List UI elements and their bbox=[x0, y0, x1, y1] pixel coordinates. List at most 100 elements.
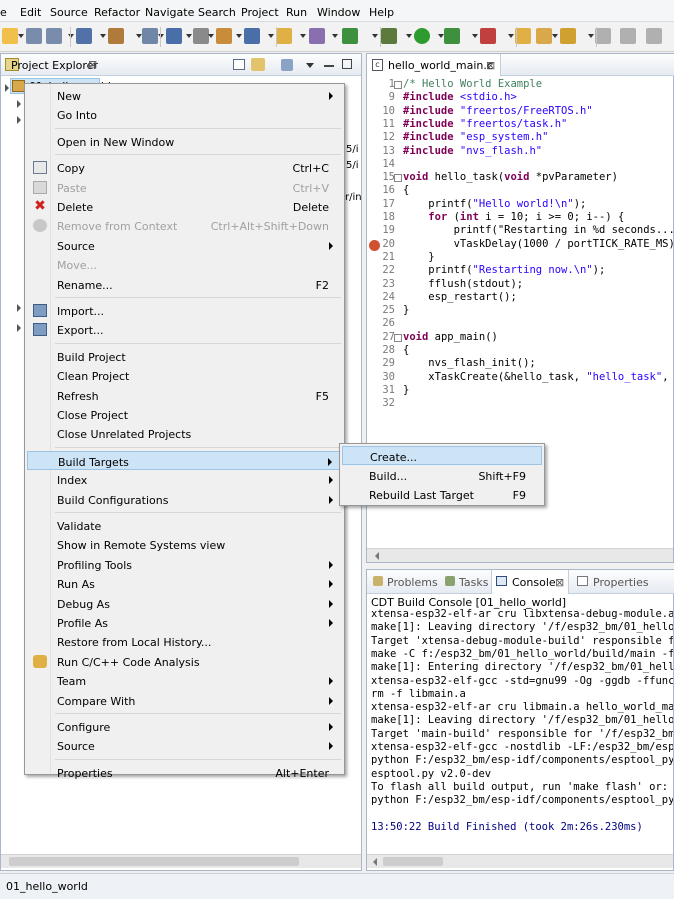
project-explorer-title[interactable]: Project Explorer bbox=[11, 59, 98, 72]
menu-item-validate[interactable]: Validate bbox=[27, 516, 343, 535]
scrollbar-thumb[interactable] bbox=[9, 857, 299, 866]
menu-item-go-into[interactable]: Go Into bbox=[27, 105, 343, 124]
tab-problems[interactable]: Problems bbox=[387, 576, 438, 589]
folder-icon[interactable] bbox=[276, 28, 292, 44]
save-all-icon[interactable] bbox=[46, 28, 62, 44]
menu-project[interactable]: Project bbox=[241, 6, 279, 19]
binary-icon[interactable] bbox=[142, 28, 158, 44]
view-menu-icon[interactable] bbox=[281, 59, 293, 71]
menu-item-compare-with[interactable]: Compare With bbox=[27, 691, 343, 710]
fold-icon[interactable] bbox=[394, 334, 402, 342]
hammer-icon[interactable] bbox=[108, 28, 124, 44]
tree-expander-icon[interactable] bbox=[5, 84, 9, 92]
chevron-left-icon[interactable] bbox=[373, 858, 377, 866]
open-file-icon[interactable] bbox=[536, 28, 552, 44]
fold-icon[interactable] bbox=[394, 81, 402, 89]
tree-expander-icon[interactable] bbox=[17, 304, 21, 312]
tree-expander-icon[interactable] bbox=[17, 116, 21, 124]
menu-help[interactable]: Help bbox=[369, 6, 394, 19]
chevron-down-icon[interactable] bbox=[372, 34, 378, 38]
menu-navigate[interactable]: Navigate bbox=[145, 6, 194, 19]
class-icon[interactable] bbox=[309, 28, 325, 44]
menu-item-run-c-c-code-analysis[interactable]: Run C/C++ Code Analysis bbox=[27, 652, 343, 671]
chevron-down-icon[interactable] bbox=[100, 34, 106, 38]
chevron-down-icon[interactable] bbox=[208, 34, 214, 38]
close-icon[interactable]: ⊠ bbox=[486, 59, 495, 72]
pen-icon[interactable] bbox=[560, 28, 576, 44]
menu-item-open-in-new-window[interactable]: Open in New Window bbox=[27, 132, 343, 151]
editor-horizontal-scrollbar[interactable] bbox=[367, 548, 673, 562]
menu-item-debug-as[interactable]: Debug As bbox=[27, 594, 343, 613]
gear-icon[interactable] bbox=[193, 28, 209, 44]
new-icon[interactable] bbox=[2, 28, 18, 44]
run-icon[interactable] bbox=[414, 28, 430, 44]
menu-e[interactable]: e bbox=[0, 6, 7, 19]
tree-expander-icon[interactable] bbox=[17, 324, 21, 332]
chevron-down-icon[interactable] bbox=[438, 34, 444, 38]
menu-item-build-targets[interactable]: Build Targets bbox=[27, 450, 343, 470]
fold-icon[interactable] bbox=[394, 174, 402, 182]
tab-hello-world-main[interactable]: c hello_world_main.c ⊠ bbox=[367, 54, 501, 76]
bookmark-icon[interactable] bbox=[244, 28, 260, 44]
chevron-down-icon[interactable] bbox=[18, 34, 24, 38]
menu-item-show-in-remote-systems-view[interactable]: Show in Remote Systems view bbox=[27, 535, 343, 554]
chevron-down-icon[interactable] bbox=[236, 34, 242, 38]
console-horizontal-scrollbar[interactable] bbox=[367, 854, 673, 868]
horizontal-scrollbar[interactable] bbox=[1, 854, 361, 868]
menu-item-build-project[interactable]: Build Project bbox=[27, 347, 343, 366]
menu-search[interactable]: Search bbox=[198, 6, 236, 19]
menu-item-index[interactable]: Index bbox=[27, 470, 343, 489]
chevron-down-icon[interactable] bbox=[306, 63, 314, 68]
chevron-down-icon[interactable] bbox=[158, 34, 164, 38]
menu-item-configure[interactable]: Configure bbox=[27, 717, 343, 736]
build-icon[interactable] bbox=[76, 28, 92, 44]
link-editor-icon[interactable] bbox=[251, 58, 265, 71]
menu-refactor[interactable]: Refactor bbox=[94, 6, 140, 19]
warning-marker-icon[interactable] bbox=[369, 240, 380, 251]
menu-run[interactable]: Run bbox=[286, 6, 307, 19]
menu-item-source[interactable]: Source bbox=[27, 236, 343, 255]
menu-item-delete[interactable]: ✖ Delete Delete bbox=[27, 197, 343, 216]
submenu-item-rebuild-last-target[interactable]: Rebuild Last Target F9 bbox=[342, 485, 542, 504]
debug-icon[interactable] bbox=[381, 28, 397, 44]
menu-item-team[interactable]: Team bbox=[27, 671, 343, 690]
save-icon[interactable] bbox=[26, 28, 42, 44]
menu-item-import[interactable]: Import... bbox=[27, 301, 343, 320]
menu-item-copy[interactable]: Copy Ctrl+C bbox=[27, 158, 343, 177]
menu-item-build-configurations[interactable]: Build Configurations bbox=[27, 490, 343, 509]
chevron-down-icon[interactable] bbox=[136, 34, 142, 38]
refresh-icon[interactable] bbox=[342, 28, 358, 44]
menu-item-clean-project[interactable]: Clean Project bbox=[27, 366, 343, 385]
tab-console[interactable]: Console ⊠ bbox=[491, 570, 569, 594]
menu-item-refresh[interactable]: Refresh F5 bbox=[27, 386, 343, 405]
chevron-down-icon[interactable] bbox=[406, 34, 412, 38]
menu-item-profile-as[interactable]: Profile As bbox=[27, 613, 343, 632]
open-folder-icon[interactable] bbox=[515, 28, 531, 44]
chevron-down-icon[interactable] bbox=[588, 34, 594, 38]
chevron-left-icon[interactable] bbox=[375, 552, 379, 560]
chevron-down-icon[interactable] bbox=[68, 34, 74, 38]
menu-item-profiling-tools[interactable]: Profiling Tools bbox=[27, 555, 343, 574]
back-icon[interactable] bbox=[595, 28, 611, 44]
menu-item-close-project[interactable]: Close Project bbox=[27, 405, 343, 424]
chevron-down-icon[interactable] bbox=[268, 34, 274, 38]
submenu-item-build[interactable]: Build... Shift+F9 bbox=[342, 466, 542, 485]
chevron-down-icon[interactable] bbox=[186, 34, 192, 38]
collapse-all-icon[interactable] bbox=[233, 59, 245, 70]
menu-item-run-as[interactable]: Run As bbox=[27, 574, 343, 593]
console-output[interactable]: xtensa-esp32-elf-ar cru libxtensa-debug-… bbox=[367, 608, 673, 848]
search-icon[interactable] bbox=[166, 28, 182, 44]
chevron-down-icon[interactable] bbox=[508, 34, 514, 38]
menu-edit[interactable]: Edit bbox=[20, 6, 41, 19]
forward-icon[interactable] bbox=[620, 28, 636, 44]
chevron-down-icon[interactable] bbox=[472, 34, 478, 38]
chevron-down-icon[interactable] bbox=[552, 34, 558, 38]
tasks-icon[interactable] bbox=[216, 28, 232, 44]
external-tool-icon[interactable] bbox=[444, 28, 460, 44]
chevron-down-icon[interactable] bbox=[300, 34, 306, 38]
menu-item-close-unrelated-projects[interactable]: Close Unrelated Projects bbox=[27, 424, 343, 443]
tab-tasks[interactable]: Tasks bbox=[459, 576, 488, 589]
menu-item-restore-from-local-history[interactable]: Restore from Local History... bbox=[27, 632, 343, 651]
minimize-icon[interactable] bbox=[324, 65, 334, 67]
menu-item-export[interactable]: Export... bbox=[27, 320, 343, 339]
